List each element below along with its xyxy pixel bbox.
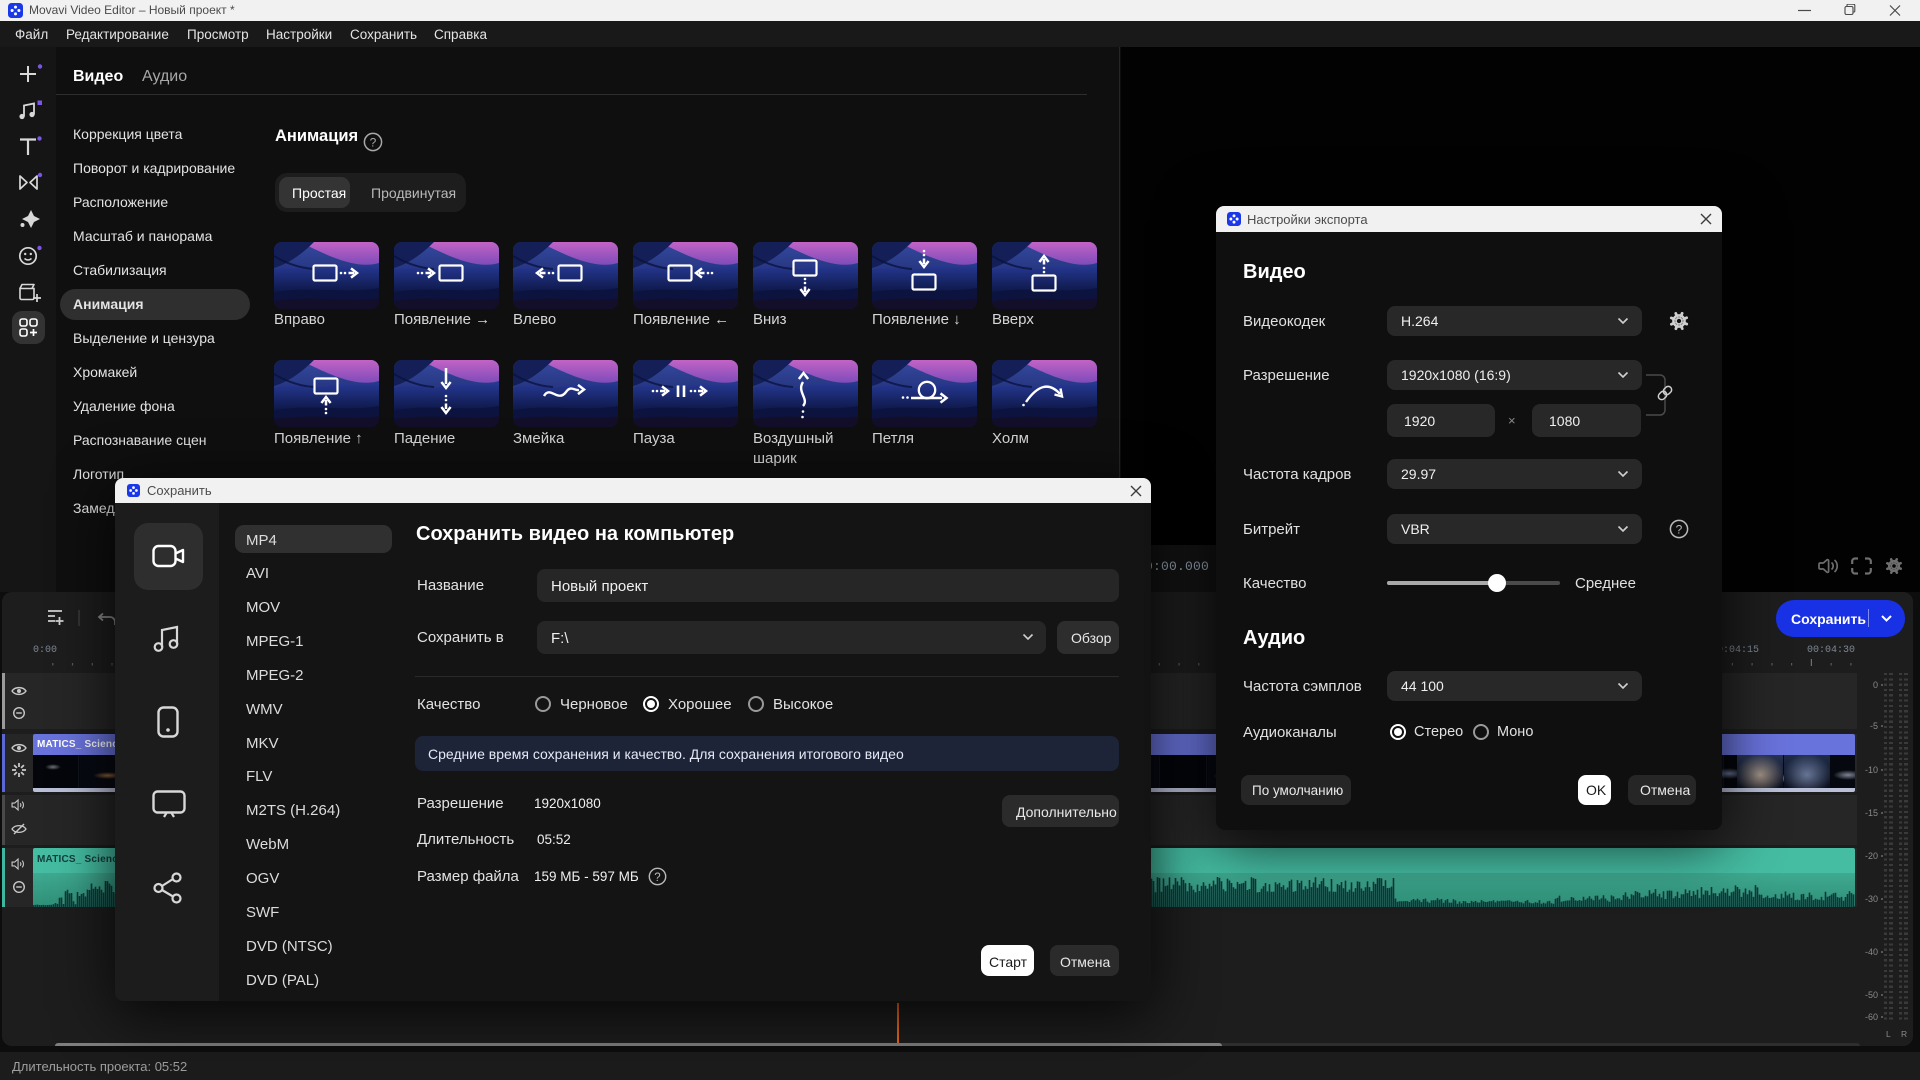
svg-text:?: ? <box>654 872 660 884</box>
svg-text:?: ? <box>370 135 377 149</box>
svg-text:?: ? <box>1676 523 1683 537</box>
